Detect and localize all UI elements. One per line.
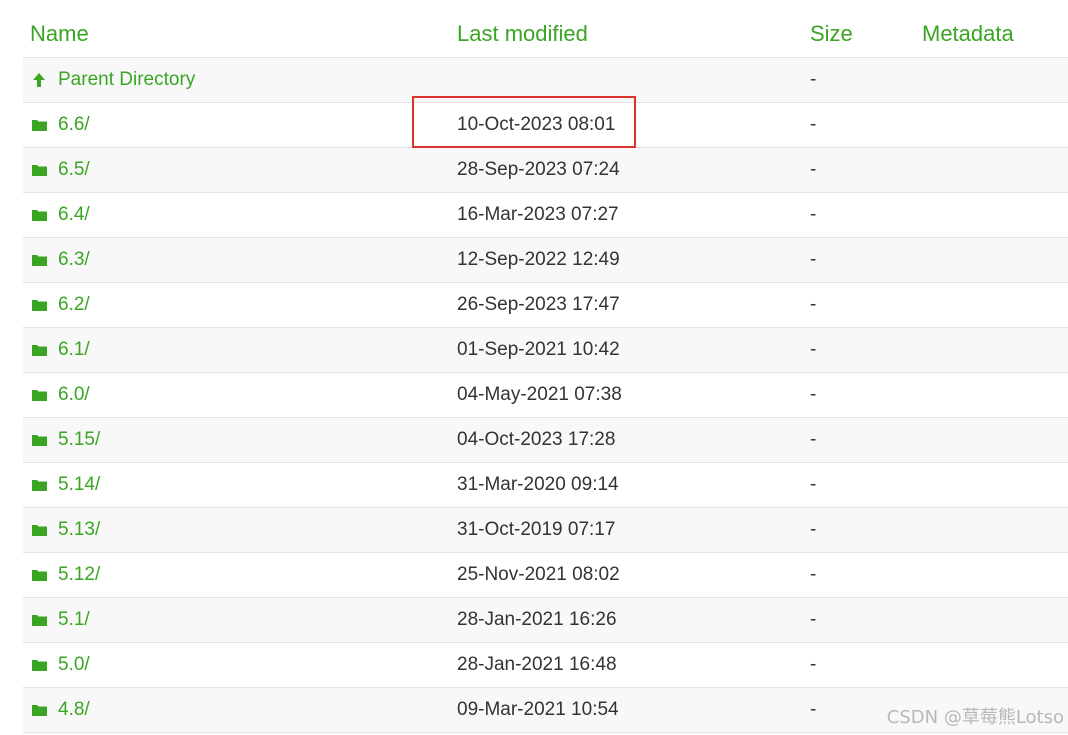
table-row: 5.13/31-Oct-2019 07:17 - bbox=[23, 508, 1068, 553]
modified-cell: 31-Mar-2020 09:14 bbox=[457, 474, 619, 495]
size-cell: - bbox=[810, 609, 817, 630]
listing-rows: 6.6/10-Oct-2023 08:01-6.5/28-Sep-2023 07… bbox=[23, 103, 1068, 733]
folder-icon bbox=[30, 521, 48, 539]
name-cell: 6.2/ bbox=[23, 294, 457, 316]
folder-icon bbox=[30, 611, 48, 629]
listing-header: Name Last modified Size Metadata bbox=[23, 10, 1068, 58]
modified-cell: 12-Sep-2022 12:49 bbox=[457, 249, 620, 270]
folder-icon bbox=[30, 116, 48, 134]
modified-cell: 31-Oct-2019 07:17 bbox=[457, 519, 616, 540]
modified-cell: 09-Mar-2021 10:54 bbox=[457, 699, 619, 720]
size-cell: - bbox=[810, 204, 817, 225]
modified-cell: 28-Sep-2023 07:24 bbox=[457, 159, 620, 180]
folder-link[interactable]: 6.4/ bbox=[58, 204, 90, 226]
folder-icon bbox=[30, 296, 48, 314]
table-row: 5.1/28-Jan-2021 16:26 - bbox=[23, 598, 1068, 643]
size-cell: - bbox=[810, 339, 817, 360]
modified-cell: 28-Jan-2021 16:48 bbox=[457, 654, 617, 675]
name-cell: 6.6/ bbox=[23, 114, 457, 136]
table-row: 6.5/28-Sep-2023 07:24 - bbox=[23, 148, 1068, 193]
folder-link[interactable]: 6.0/ bbox=[58, 384, 90, 406]
size-cell: - bbox=[810, 654, 817, 675]
folder-icon bbox=[30, 656, 48, 674]
folder-link[interactable]: 6.6/ bbox=[58, 114, 90, 136]
folder-link[interactable]: 5.1/ bbox=[58, 609, 90, 631]
size-cell: - bbox=[810, 114, 817, 135]
modified-cell: 28-Jan-2021 16:26 bbox=[457, 609, 617, 630]
size-cell: - bbox=[810, 249, 817, 270]
size-cell: - bbox=[810, 159, 817, 180]
name-cell: 6.0/ bbox=[23, 384, 457, 406]
table-row: 6.1/01-Sep-2021 10:42 - bbox=[23, 328, 1068, 373]
folder-icon bbox=[30, 386, 48, 404]
column-header-size[interactable]: Size bbox=[810, 21, 922, 47]
modified-cell: 10-Oct-2023 08:01 bbox=[457, 114, 616, 135]
name-cell: 5.15/ bbox=[23, 429, 457, 451]
column-header-name[interactable]: Name bbox=[23, 21, 457, 47]
name-cell: 6.5/ bbox=[23, 159, 457, 181]
name-cell: 6.3/ bbox=[23, 249, 457, 271]
size-cell: - bbox=[810, 474, 817, 495]
size-cell: - bbox=[810, 384, 817, 405]
name-cell: 5.13/ bbox=[23, 519, 457, 541]
name-cell: 5.12/ bbox=[23, 564, 457, 586]
table-row: 6.0/04-May-2021 07:38 - bbox=[23, 373, 1068, 418]
modified-cell: 26-Sep-2023 17:47 bbox=[457, 294, 620, 315]
table-row: 5.15/04-Oct-2023 17:28 - bbox=[23, 418, 1068, 463]
folder-link[interactable]: 6.1/ bbox=[58, 339, 90, 361]
folder-link[interactable]: 4.8/ bbox=[58, 699, 90, 721]
name-cell: 6.4/ bbox=[23, 204, 457, 226]
size-cell: - bbox=[810, 294, 817, 315]
size-cell: - bbox=[810, 564, 817, 585]
size-cell: - bbox=[810, 69, 817, 90]
name-cell: 5.14/ bbox=[23, 474, 457, 496]
folder-link[interactable]: 6.2/ bbox=[58, 294, 90, 316]
folder-link[interactable]: 6.5/ bbox=[58, 159, 90, 181]
directory-listing: Name Last modified Size Metadata Parent … bbox=[23, 10, 1068, 733]
name-cell: 4.8/ bbox=[23, 699, 457, 721]
parent-directory-row: Parent Directory - bbox=[23, 58, 1068, 103]
folder-icon bbox=[30, 251, 48, 269]
column-header-last-modified[interactable]: Last modified bbox=[457, 21, 810, 47]
folder-icon bbox=[30, 476, 48, 494]
name-cell: 5.1/ bbox=[23, 609, 457, 631]
folder-link[interactable]: 5.0/ bbox=[58, 654, 90, 676]
folder-link[interactable]: 5.12/ bbox=[58, 564, 100, 586]
table-row: 5.0/28-Jan-2021 16:48 - bbox=[23, 643, 1068, 688]
name-cell: Parent Directory bbox=[23, 69, 457, 91]
name-cell: 5.0/ bbox=[23, 654, 457, 676]
modified-cell: 04-Oct-2023 17:28 bbox=[457, 429, 616, 450]
watermark: CSDN @草莓熊Lotso bbox=[886, 707, 1064, 728]
column-header-metadata[interactable]: Metadata bbox=[922, 21, 1068, 47]
arrow-up-icon bbox=[30, 71, 48, 89]
modified-cell: 01-Sep-2021 10:42 bbox=[457, 339, 620, 360]
name-cell: 6.1/ bbox=[23, 339, 457, 361]
modified-cell: 25-Nov-2021 08:02 bbox=[457, 564, 620, 585]
table-row: 6.6/10-Oct-2023 08:01 - bbox=[23, 103, 1068, 148]
folder-link[interactable]: 6.3/ bbox=[58, 249, 90, 271]
parent-directory-link[interactable]: Parent Directory bbox=[58, 69, 195, 91]
table-row: 6.2/26-Sep-2023 17:47 - bbox=[23, 283, 1068, 328]
folder-icon bbox=[30, 341, 48, 359]
folder-icon bbox=[30, 206, 48, 224]
table-row: 6.3/12-Sep-2022 12:49 - bbox=[23, 238, 1068, 283]
modified-cell: 04-May-2021 07:38 bbox=[457, 384, 622, 405]
size-cell: - bbox=[810, 429, 817, 450]
folder-link[interactable]: 5.13/ bbox=[58, 519, 100, 541]
folder-link[interactable]: 5.14/ bbox=[58, 474, 100, 496]
folder-icon bbox=[30, 431, 48, 449]
table-row: 6.4/16-Mar-2023 07:27 - bbox=[23, 193, 1068, 238]
folder-icon bbox=[30, 566, 48, 584]
folder-link[interactable]: 5.15/ bbox=[58, 429, 100, 451]
size-cell: - bbox=[810, 519, 817, 540]
folder-icon bbox=[30, 161, 48, 179]
table-row: 5.14/31-Mar-2020 09:14 - bbox=[23, 463, 1068, 508]
table-row: 5.12/25-Nov-2021 08:02 - bbox=[23, 553, 1068, 598]
folder-icon bbox=[30, 701, 48, 719]
modified-cell: 16-Mar-2023 07:27 bbox=[457, 204, 619, 225]
